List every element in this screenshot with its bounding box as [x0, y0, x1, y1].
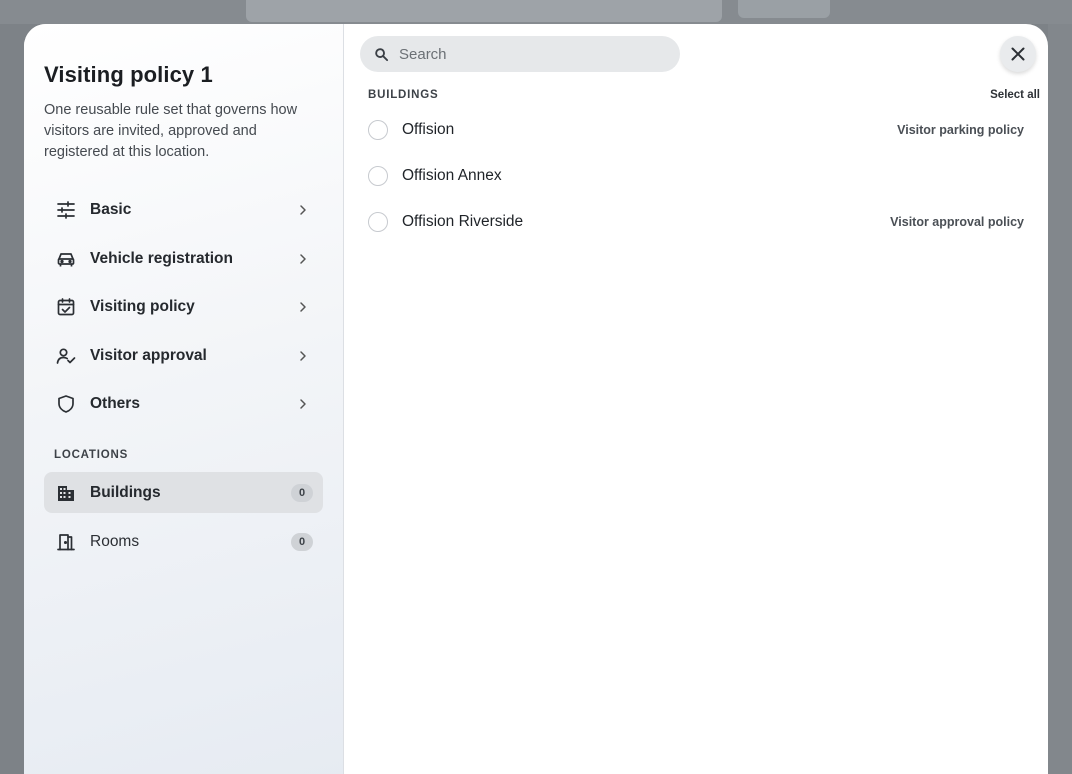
- modal-main: BUILDINGS Select all Offision Visitor pa…: [344, 24, 1048, 774]
- car-icon: [56, 249, 76, 269]
- close-button[interactable]: [1000, 36, 1036, 72]
- list-item[interactable]: Offision Riverside Visitor approval poli…: [368, 199, 1024, 245]
- chevron-right-icon: [295, 299, 311, 315]
- nav-label: Visiting policy: [90, 298, 195, 315]
- assigned-policy: Visitor parking policy: [897, 123, 1024, 137]
- building-name: Offision Riverside: [402, 213, 524, 230]
- modal-sidebar: Visiting policy 1 One reusable rule set …: [24, 24, 344, 774]
- count-badge: 0: [291, 483, 313, 502]
- assigned-policy: Visitor approval policy: [890, 215, 1024, 229]
- list-item[interactable]: Offision Annex: [368, 153, 1024, 199]
- radio-button[interactable]: [368, 120, 388, 140]
- background-right-panel: [1048, 24, 1072, 774]
- building-name: Offision Annex: [402, 167, 502, 184]
- policy-description: One reusable rule set that governs how v…: [44, 102, 298, 160]
- list-item[interactable]: Offision Visitor parking policy: [368, 107, 1024, 153]
- nav-item-vehicle-registration[interactable]: Vehicle registration: [44, 237, 323, 281]
- nav-item-others[interactable]: Others: [44, 382, 323, 426]
- search-input[interactable]: [399, 45, 666, 63]
- count-badge: 0: [291, 532, 313, 551]
- radio-button[interactable]: [368, 166, 388, 186]
- shield-icon: [56, 394, 76, 414]
- building-list: Offision Visitor parking policy Offision…: [360, 107, 1048, 245]
- sliders-icon: [56, 200, 76, 220]
- nav-label: Basic: [90, 201, 132, 218]
- search-icon: [375, 47, 389, 61]
- close-icon: [1011, 47, 1025, 61]
- nav-item-visiting-policy[interactable]: Visiting policy: [44, 285, 323, 329]
- chevron-right-icon: [295, 251, 311, 267]
- chevron-right-icon: [295, 202, 311, 218]
- sidebar-item-rooms[interactable]: Rooms 0: [44, 521, 323, 562]
- nav-label: Visitor approval: [90, 346, 207, 364]
- user-check-icon: [56, 346, 76, 366]
- search-bar[interactable]: [360, 36, 680, 72]
- nav-label: Others: [90, 395, 140, 412]
- buildings-icon: [56, 483, 76, 503]
- door-icon: [56, 532, 76, 552]
- building-name: Offision: [402, 121, 455, 138]
- locations-header: LOCATIONS: [54, 449, 129, 461]
- chevron-right-icon: [295, 348, 311, 364]
- nav-item-basic[interactable]: Basic: [44, 188, 323, 232]
- nav-label: Vehicle registration: [90, 249, 233, 267]
- policy-modal: Visiting policy 1 One reusable rule set …: [24, 24, 1048, 774]
- list-header: BUILDINGS Select all: [368, 89, 1040, 101]
- location-label: Rooms: [90, 532, 140, 550]
- list-title: BUILDINGS: [368, 89, 439, 101]
- background-search: [246, 0, 722, 22]
- sidebar-item-buildings[interactable]: Buildings 0: [44, 472, 323, 513]
- select-all-button[interactable]: Select all: [990, 89, 1040, 101]
- calendar-check-icon: [56, 297, 76, 317]
- page-title: Visiting policy 1: [44, 62, 213, 87]
- nav-item-visitor-approval[interactable]: Visitor approval: [44, 334, 323, 378]
- location-label: Buildings: [90, 483, 161, 501]
- chevron-right-icon: [295, 396, 311, 412]
- background-chip: [738, 0, 830, 18]
- radio-button[interactable]: [368, 212, 388, 232]
